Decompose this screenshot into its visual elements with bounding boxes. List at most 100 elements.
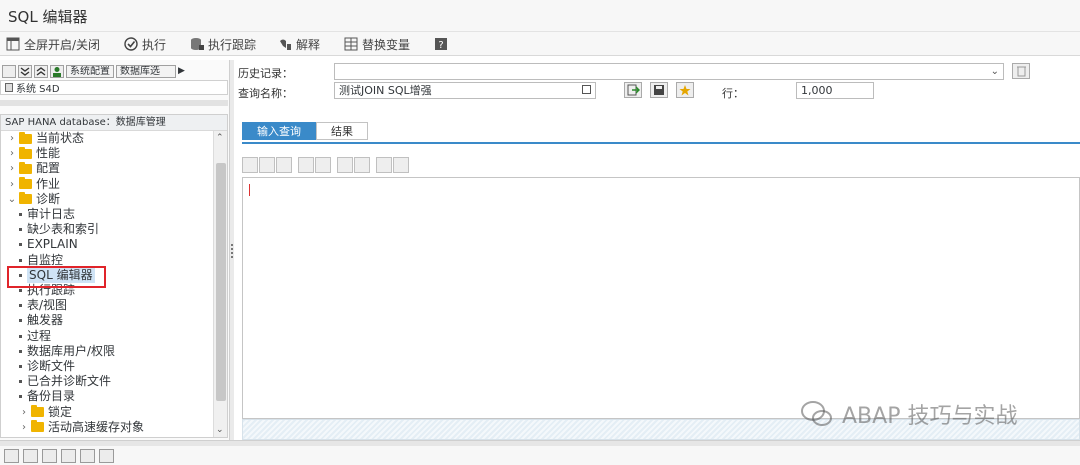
tree-item[interactable]: ⌄ 诊断 — [7, 192, 60, 207]
exec-trace-button[interactable]: 执行跟踪 — [190, 35, 256, 53]
tree-item[interactable]: 触发器 — [19, 313, 63, 328]
help-button[interactable]: ? — [434, 35, 448, 53]
tree-item[interactable]: 备份目录 — [19, 389, 75, 404]
bottom-tool-3-icon[interactable] — [42, 448, 57, 463]
rows-label: 行： — [722, 87, 744, 100]
window-title: SQL 编辑器 — [8, 8, 88, 26]
title-bar: SQL 编辑器 — [0, 0, 1080, 32]
undo-icon[interactable] — [298, 157, 314, 173]
watermark-text: ABAP 技巧与实战 — [842, 404, 1018, 429]
layout-icon[interactable] — [2, 64, 16, 78]
rows-input[interactable]: 1,000 — [796, 82, 874, 99]
explain-label: 解释 — [296, 37, 321, 52]
system-config-button[interactable]: 系统配置 — [66, 64, 114, 78]
tree-item-label: 诊断文件 — [27, 359, 76, 373]
tab-input-query[interactable]: 输入查询 — [242, 122, 316, 140]
chevron-right-icon[interactable]: › — [7, 146, 17, 161]
explain-button[interactable]: 解释 — [278, 35, 320, 53]
more-arrow-icon[interactable]: ▶ — [178, 66, 185, 76]
favorite-button[interactable] — [676, 82, 694, 98]
chevron-right-icon[interactable]: › — [7, 177, 17, 192]
scroll-thumb[interactable] — [216, 163, 226, 401]
tree-item[interactable]: 审计日志 — [19, 207, 75, 222]
user-icon[interactable] — [50, 64, 64, 78]
query-name-input[interactable]: 测试JOIN SQL增强 — [334, 82, 596, 99]
tree-item[interactable]: 缺少表和索引 — [19, 222, 99, 237]
tree-item[interactable]: 过程 — [19, 329, 51, 344]
db-select-button[interactable]: 数据库选 — [116, 64, 176, 78]
tree-item-label: 锁定 — [48, 404, 73, 419]
delete-history-button[interactable] — [1012, 63, 1030, 79]
bottom-tool-1-icon[interactable] — [4, 448, 19, 463]
system-config-label: 系统配置 — [70, 65, 110, 77]
tree-item[interactable]: › 作业 — [7, 177, 60, 192]
execute-icon — [124, 37, 138, 51]
find-icon[interactable] — [337, 157, 353, 173]
find-next-icon[interactable] — [354, 157, 370, 173]
sql-editor[interactable] — [242, 177, 1080, 419]
tree-item-label: 配置 — [36, 161, 61, 176]
scroll-down-icon[interactable]: ⌄ — [216, 425, 224, 435]
chevron-right-icon[interactable]: › — [7, 161, 17, 176]
tree-item-label: 已合并诊断文件 — [27, 374, 112, 389]
query-tabs: 输入查询 结果 — [242, 122, 368, 140]
scroll-up-icon[interactable]: ⌃ — [216, 133, 224, 143]
bullet-icon — [19, 228, 22, 232]
tree-item[interactable]: › 配置 — [7, 161, 60, 176]
replace-vars-button[interactable]: 替换变量 — [344, 35, 410, 53]
chevron-right-icon[interactable]: › — [19, 420, 29, 435]
chevron-right-icon[interactable]: › — [19, 405, 29, 420]
explain-icon — [278, 37, 292, 51]
expand-all-icon[interactable] — [18, 64, 32, 78]
help-icon: ? — [434, 37, 448, 51]
tree-item[interactable]: › 活动高速缓存对象 — [19, 420, 144, 435]
save-icon — [654, 85, 664, 95]
collapse-all-icon[interactable] — [34, 64, 48, 78]
execute-label: 执行 — [142, 37, 167, 52]
tree-item-label: 过程 — [27, 328, 52, 343]
tree-item-label: 作业 — [36, 176, 61, 191]
tree-item[interactable]: 表/视图 — [19, 298, 67, 313]
chevron-down-icon[interactable]: ⌄ — [7, 192, 17, 207]
star-icon — [679, 85, 691, 96]
text-cursor — [249, 184, 250, 196]
tree-item[interactable]: 已合并诊断文件 — [19, 374, 111, 389]
load-icon — [627, 84, 640, 96]
tree-item-label: 数据库用户/权限 — [27, 343, 116, 358]
execute-button[interactable]: 执行 — [124, 35, 166, 53]
db-select-label: 数据库选 — [120, 65, 160, 77]
replace-variables-icon — [344, 37, 358, 51]
export-icon[interactable] — [393, 157, 409, 173]
history-dropdown[interactable]: ⌄ — [334, 63, 1004, 80]
tree-item[interactable]: › 当前状态 — [7, 131, 84, 146]
tab-result[interactable]: 结果 — [316, 122, 368, 140]
folder-icon — [31, 420, 44, 433]
tree-item[interactable]: › 性能 — [7, 146, 60, 161]
tab-underline — [242, 142, 1080, 144]
fullscreen-button[interactable]: 全屏开启/关闭 — [6, 35, 100, 53]
copy-text-icon[interactable] — [259, 157, 275, 173]
cut-icon[interactable] — [242, 157, 258, 173]
chevron-down-icon: ⌄ — [990, 66, 999, 77]
paste-icon[interactable] — [276, 157, 292, 173]
tree-item-label: 缺少表和索引 — [27, 222, 100, 237]
save-query-button[interactable] — [650, 82, 668, 98]
tree-item[interactable]: › 锁定 — [19, 405, 72, 420]
bullet-icon — [19, 243, 22, 247]
load-query-button[interactable] — [624, 82, 642, 98]
tree-item[interactable]: EXPLAIN — [19, 237, 78, 252]
redo-icon[interactable] — [315, 157, 331, 173]
bottom-toolbar — [0, 446, 1080, 465]
import-icon[interactable] — [376, 157, 392, 173]
tree-item[interactable]: 数据库用户/权限 — [19, 344, 115, 359]
bullet-icon — [19, 380, 22, 384]
chevron-right-icon[interactable]: › — [7, 131, 17, 146]
bottom-print-icon[interactable] — [99, 448, 114, 463]
bottom-tool-2-icon[interactable] — [23, 448, 38, 463]
tree-scrollbar[interactable]: ⌃ ⌄ — [213, 131, 227, 437]
tree-item[interactable]: 诊断文件 — [19, 359, 75, 374]
bottom-tool-4-icon[interactable] — [61, 448, 76, 463]
tree-header: SAP HANA database：数据库管理 — [1, 115, 227, 131]
bottom-trash-icon[interactable] — [80, 448, 95, 463]
system-selector[interactable]: 系统 S4D — [0, 80, 228, 95]
